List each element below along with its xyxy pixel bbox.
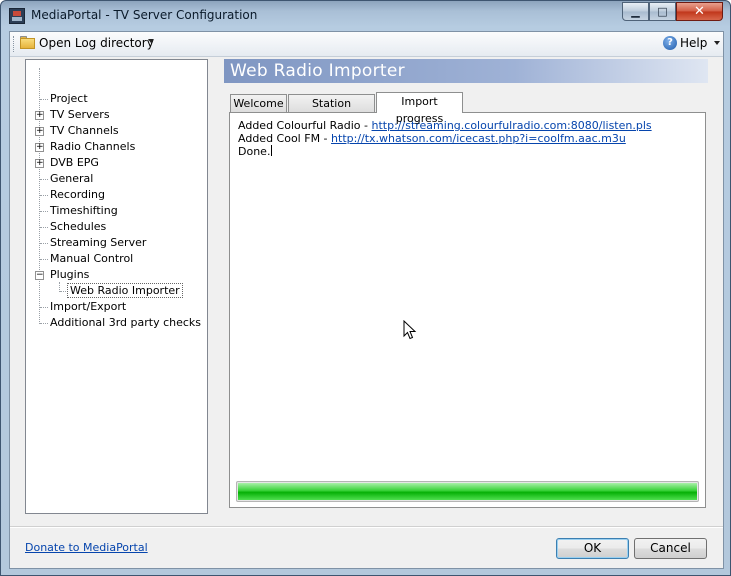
client-area: Open Log directory ? Help + + + + − Proj… — [9, 31, 724, 569]
progress-fill — [238, 483, 697, 500]
tree-item-manual-control[interactable]: Manual Control — [48, 251, 135, 266]
tree-item-tv-servers[interactable]: TV Servers — [48, 107, 112, 122]
tree-item-additional-checks[interactable]: Additional 3rd party checks — [48, 315, 203, 330]
tree-line — [40, 99, 48, 100]
station-link[interactable]: http://tx.whatson.com/icecast.php?i=cool… — [331, 132, 626, 145]
tab-import-progress[interactable]: Import progress — [376, 92, 463, 125]
expand-icon[interactable]: + — [35, 127, 44, 136]
maximize-button[interactable]: □ — [649, 2, 676, 21]
import-progress-panel: Added Colourful Radio - http://streaming… — [229, 112, 706, 508]
expand-icon[interactable]: + — [35, 159, 44, 168]
window-title: MediaPortal - TV Server Configuration — [31, 8, 258, 22]
mouse-cursor-icon — [403, 320, 417, 340]
tree-item-import-export[interactable]: Import/Export — [48, 299, 128, 314]
help-label: Help — [680, 36, 708, 50]
cancel-button[interactable]: Cancel — [634, 538, 707, 559]
log-line: Added Cool FM - http://tx.whatson.com/ic… — [238, 132, 626, 145]
tree-item-dvb-epg[interactable]: DVB EPG — [48, 155, 101, 170]
minimize-button[interactable]: ▁ — [622, 2, 649, 21]
collapse-icon[interactable]: − — [35, 271, 44, 280]
text-caret — [271, 145, 273, 156]
tree-line — [40, 259, 48, 260]
tree-item-schedules[interactable]: Schedules — [48, 219, 108, 234]
tree-item-recording[interactable]: Recording — [48, 187, 107, 202]
footer-divider — [10, 526, 723, 528]
app-window: MediaPortal - TV Server Configuration ▁ … — [0, 0, 731, 576]
tree-line — [40, 307, 48, 308]
tree-item-radio-channels[interactable]: Radio Channels — [48, 139, 137, 154]
tree-item-web-radio-importer[interactable]: Web Radio Importer — [67, 283, 183, 298]
expand-icon[interactable]: + — [35, 143, 44, 152]
navigation-tree[interactable]: + + + + − Project TV Servers TV Channels… — [25, 59, 208, 514]
open-log-directory-label: Open Log directory — [39, 36, 154, 50]
log-text: Done. — [238, 145, 271, 158]
tree-item-timeshifting[interactable]: Timeshifting — [48, 203, 120, 218]
tab-station-selection[interactable]: Station selection — [288, 94, 375, 127]
import-progress-bar — [236, 481, 699, 502]
help-icon: ? — [663, 36, 677, 50]
tree-line — [40, 323, 48, 324]
toolbar-grip-icon[interactable] — [13, 36, 16, 52]
page-title: Web Radio Importer — [230, 61, 405, 81]
log-line: Added Colourful Radio - http://streaming… — [238, 119, 652, 132]
log-text: Added Colourful Radio - — [238, 119, 372, 132]
page-header: Web Radio Importer — [224, 59, 708, 83]
folder-icon — [20, 36, 35, 49]
tab-welcome[interactable]: Welcome — [230, 94, 287, 113]
close-button[interactable]: ✕ — [676, 2, 723, 21]
expand-icon[interactable]: + — [35, 111, 44, 120]
tree-item-general[interactable]: General — [48, 171, 95, 186]
mediaportal-app-icon — [9, 8, 25, 24]
tree-item-project[interactable]: Project — [48, 91, 90, 106]
tree-item-streaming-server[interactable]: Streaming Server — [48, 235, 148, 250]
tree-line — [40, 179, 48, 180]
ok-button[interactable]: OK — [556, 538, 629, 559]
toolbar: Open Log directory ? Help — [10, 32, 723, 57]
title-bar[interactable]: MediaPortal - TV Server Configuration ▁ … — [1, 1, 730, 31]
tree-line — [40, 195, 48, 196]
tree-line — [39, 68, 40, 324]
chevron-down-icon — [148, 39, 154, 43]
chevron-down-icon — [714, 41, 720, 45]
tree-item-plugins[interactable]: Plugins — [48, 267, 91, 282]
tree-line — [40, 227, 48, 228]
log-line: Done. — [238, 145, 273, 158]
tree-line — [40, 211, 48, 212]
tree-item-tv-channels[interactable]: TV Channels — [48, 123, 121, 138]
tree-line — [40, 243, 48, 244]
log-text: Added Cool FM - — [238, 132, 332, 145]
donate-link[interactable]: Donate to MediaPortal — [25, 541, 148, 554]
